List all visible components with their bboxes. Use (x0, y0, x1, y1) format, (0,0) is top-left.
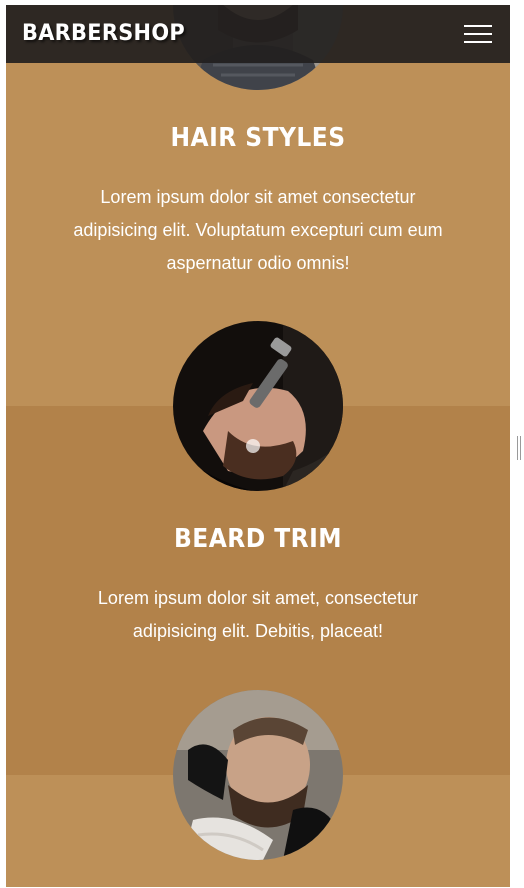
hamburger-menu-icon[interactable] (464, 23, 494, 45)
service-title: HAIR STYLES (170, 123, 346, 153)
page-viewport: HAIR STYLES Lorem ipsum dolor sit amet c… (6, 5, 510, 887)
service-title: BEARD TRIM (173, 524, 342, 554)
scrollbar-grip[interactable] (516, 436, 522, 460)
beard-trim-image (173, 321, 343, 491)
brand-logo[interactable]: BARBERSHOP (22, 21, 185, 46)
service-description: Lorem ipsum dolor sit amet, consectetur … (97, 588, 419, 641)
service-description: Lorem ipsum dolor sit amet consectetur a… (73, 187, 443, 273)
top-navbar: BARBERSHOP (6, 5, 510, 63)
face-shave-image (173, 690, 343, 860)
